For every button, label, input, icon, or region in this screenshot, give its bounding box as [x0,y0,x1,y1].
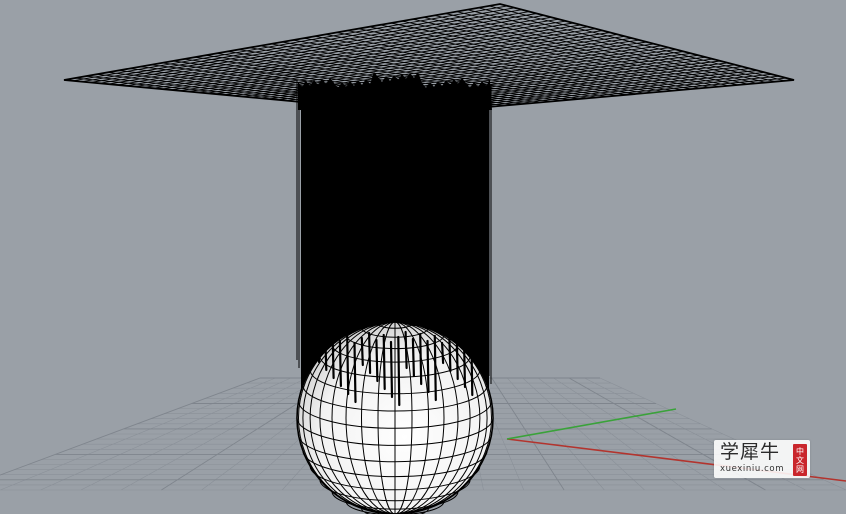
scene-canvas[interactable] [0,0,846,514]
watermark-logo: 学犀牛 xuexiniu.com 中 文 网 [714,440,810,478]
wireframe-plane-surface[interactable] [63,3,795,114]
wireframe-sphere[interactable] [296,321,494,514]
watermark-title: 学犀牛 [720,441,781,463]
watermark-tag-char: 文 [796,455,804,465]
plane-isocurves [63,3,795,114]
watermark-tag-char: 中 [796,446,804,456]
watermark-url: xuexiniu.com [720,464,785,474]
watermark-tag-char: 网 [796,464,804,474]
perspective-viewport[interactable]: 学犀牛 xuexiniu.com 中 文 网 [0,0,846,514]
watermark-tag: 中 文 网 [793,444,807,476]
